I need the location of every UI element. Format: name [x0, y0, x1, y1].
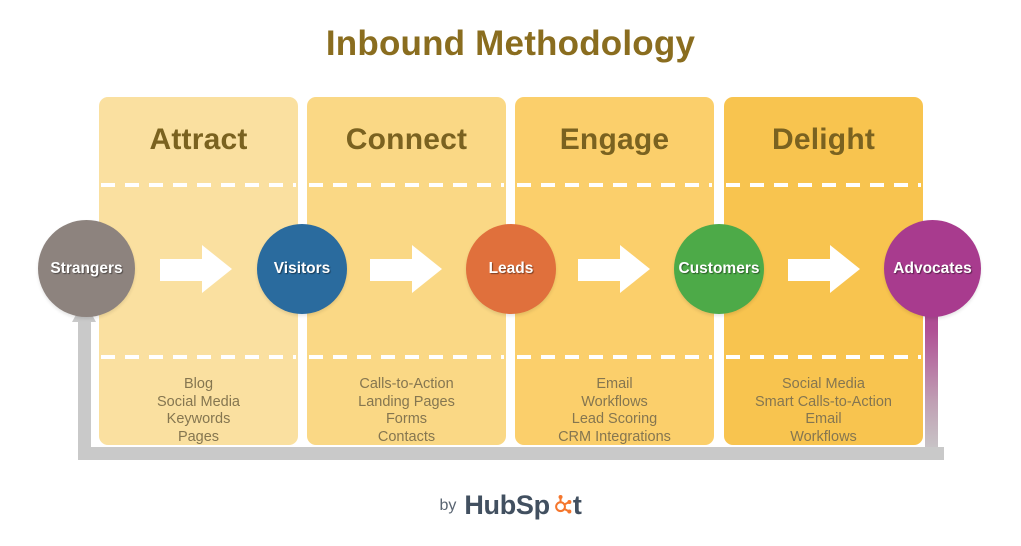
persona-label: Leads [488, 260, 534, 277]
persona-label: Visitors [273, 260, 331, 277]
arrow-leads-to-customers [578, 245, 650, 293]
arrow-head-icon [830, 245, 860, 293]
tactic-item: Keywords [166, 411, 231, 427]
stage-title: Delight [771, 123, 876, 156]
arrow-head-icon [620, 245, 650, 293]
arrow-head-icon [202, 245, 232, 293]
arrow-head-icon [412, 245, 442, 293]
stage-title: Engage [559, 123, 670, 156]
hubspot-wordmark-post: t [572, 490, 582, 520]
tactic-item: Contacts [377, 428, 436, 445]
persona-label: Customers [678, 260, 760, 277]
tactic-list-connect: Calls-to-Action Landing Pages Forms Cont… [307, 359, 506, 445]
stage-title: Attract [149, 123, 248, 156]
tactic-item: Pages [177, 428, 220, 445]
tactic-list-attract: Blog Social Media Keywords Pages [99, 359, 298, 445]
tactic-item: CRM Integrations [558, 428, 671, 445]
hubspot-sprocket-icon [550, 493, 573, 516]
tactic-item: Social Media [156, 393, 240, 410]
tactic-item: Landing Pages [358, 393, 455, 410]
arrow-shaft [370, 259, 414, 281]
page-title: Inbound Methodology [325, 24, 696, 63]
arrow-strangers-to-visitors [160, 245, 232, 293]
tactic-item: Forms [385, 411, 428, 427]
tactic-item: Smart Calls-to-Action [755, 393, 892, 410]
stage-header-engage: Engage [515, 97, 714, 183]
arrow-visitors-to-leads [370, 245, 442, 293]
sprocket-icon-svg [554, 494, 572, 514]
footer-by-label: by [439, 496, 457, 514]
tactic-list-engage: Email Workflows Lead Scoring CRM Integra… [515, 359, 714, 445]
stage-title: Connect [345, 123, 468, 156]
tactic-item: Email [805, 411, 842, 427]
tactic-item: Blog [183, 376, 214, 392]
persona-circle-leads[interactable]: Leads [466, 224, 556, 314]
tactic-item: Lead Scoring [571, 411, 658, 427]
arrow-shaft [578, 259, 622, 281]
persona-circle-visitors[interactable]: Visitors [257, 224, 347, 314]
tactic-item: Social Media [781, 376, 865, 392]
tactic-item: Workflows [790, 428, 857, 445]
stage-header-delight: Delight [724, 97, 923, 183]
feedback-loop-left [78, 320, 91, 453]
arrow-customers-to-advocates [788, 245, 860, 293]
persona-circle-strangers[interactable]: Strangers [38, 220, 135, 317]
persona-circle-advocates[interactable]: Advocates [884, 220, 981, 317]
hubspot-wordmark-pre: HubSp [464, 490, 550, 520]
persona-circle-customers[interactable]: Customers [674, 224, 764, 314]
hubspot-logo[interactable]: HubSp t [464, 490, 581, 521]
tactic-item: Workflows [581, 393, 648, 410]
persona-label: Advocates [893, 259, 972, 277]
footer-attribution: by HubSp t [0, 490, 1021, 521]
persona-label: Strangers [50, 259, 123, 277]
tactic-item: Calls-to-Action [359, 376, 454, 392]
arrow-shaft [788, 259, 832, 281]
arrow-shaft [160, 259, 204, 281]
tactic-list-delight: Social Media Smart Calls-to-Action Email… [724, 359, 923, 445]
stage-header-connect: Connect [307, 97, 506, 183]
feedback-loop-bottom [78, 447, 944, 460]
tactic-item: Email [596, 376, 633, 392]
stage-header-attract: Attract [99, 97, 298, 183]
